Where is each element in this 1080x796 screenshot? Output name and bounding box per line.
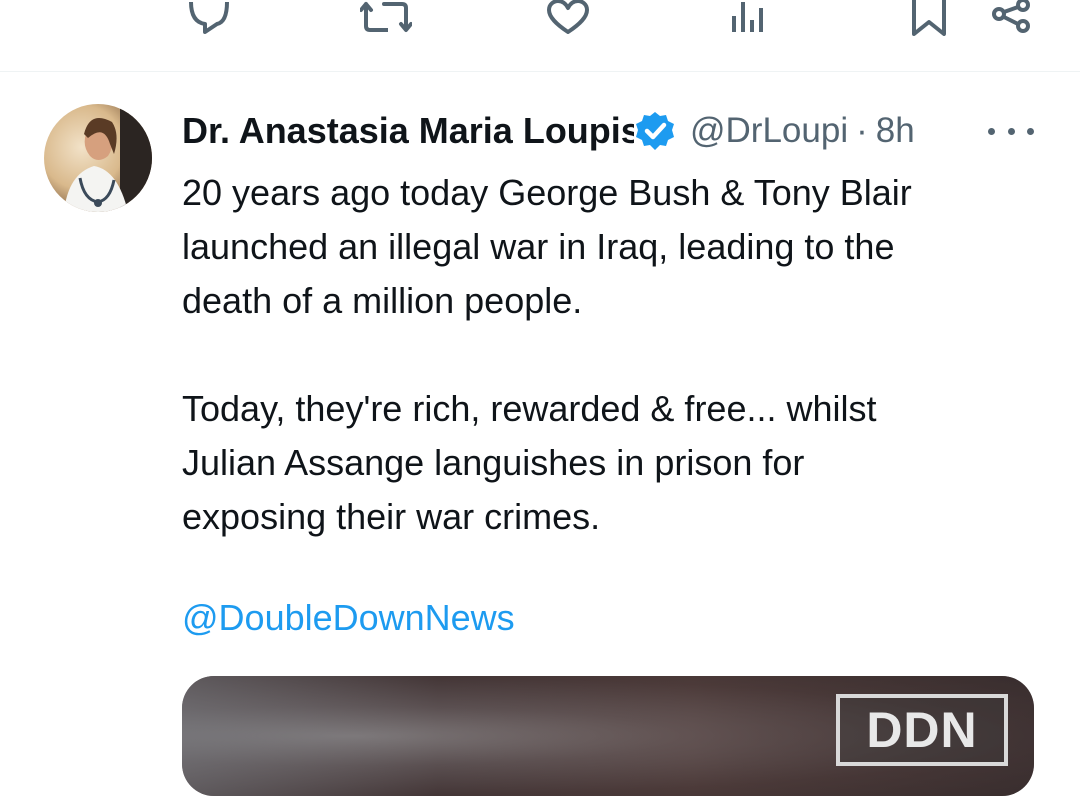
like-icon bbox=[547, 0, 589, 34]
more-dot-icon bbox=[1007, 127, 1015, 135]
more-dot-icon bbox=[988, 127, 995, 135]
verified-badge-icon bbox=[634, 110, 676, 152]
tweet-action-bar bbox=[0, 0, 1080, 70]
author-handle[interactable]: @DrLoupi bbox=[690, 111, 848, 151]
tweet-divider bbox=[0, 71, 1080, 72]
meta-separator: · bbox=[856, 111, 868, 150]
bookmark-icon bbox=[912, 0, 946, 36]
views-button[interactable] bbox=[728, 0, 768, 40]
tweet-media-video[interactable]: DDN bbox=[182, 676, 1034, 796]
retweet-button[interactable] bbox=[360, 0, 412, 40]
mention-link[interactable]: @DoubleDownNews bbox=[182, 593, 515, 643]
avatar[interactable] bbox=[44, 104, 152, 212]
reply-button[interactable] bbox=[186, 0, 232, 40]
tweet-timestamp[interactable]: 8h bbox=[876, 111, 915, 151]
views-icon bbox=[732, 2, 763, 32]
share-button[interactable] bbox=[990, 0, 1034, 40]
avatar-photo-icon bbox=[44, 104, 152, 212]
tweet-text: 20 years ago today George Bush & Tony Bl… bbox=[182, 172, 912, 537]
retweet-icon bbox=[360, 2, 412, 32]
ddn-logo: DDN bbox=[836, 694, 1008, 766]
like-button[interactable] bbox=[546, 0, 590, 40]
bookmark-button[interactable] bbox=[910, 0, 948, 40]
share-icon bbox=[992, 0, 1030, 33]
reply-icon bbox=[189, 1, 229, 34]
tweet-header: Dr. Anastasia Maria Loupis @DrLoupi · 8h bbox=[182, 106, 1032, 156]
more-options-button[interactable] bbox=[988, 116, 1034, 146]
author-display-name[interactable]: Dr. Anastasia Maria Loupis bbox=[182, 110, 634, 152]
more-dot-icon bbox=[1027, 127, 1034, 135]
